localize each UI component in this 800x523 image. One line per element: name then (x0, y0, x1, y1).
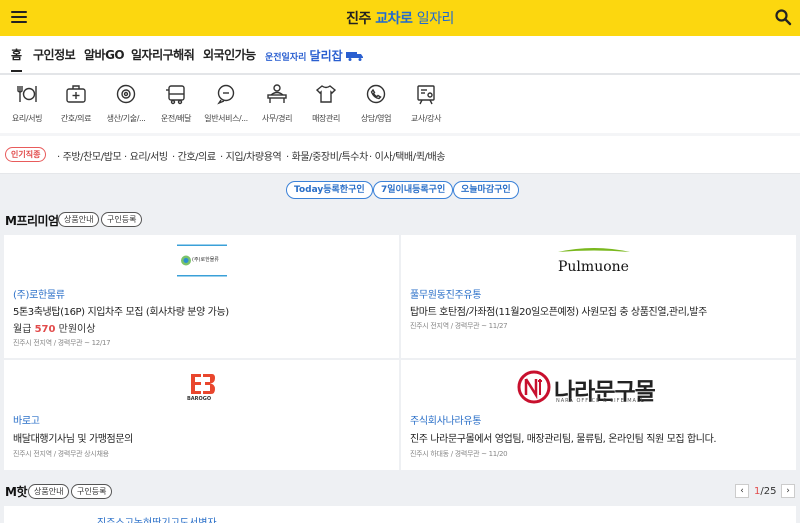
cutlery-icon (17, 86, 37, 102)
popular-keyword[interactable]: · 이사/택배/퀵/배송 (369, 148, 445, 163)
pager-next-button[interactable]: › (781, 484, 795, 498)
tab-home[interactable]: 홈 (11, 46, 22, 72)
truck-icon (166, 85, 185, 105)
popular-keyword[interactable]: · 요리/서빙 (124, 148, 168, 163)
job-meta: 진주시 전지역 / 경력무관 ~ 12/17 (13, 339, 111, 347)
category-cooking-serving[interactable]: 요리/서빙 (1, 83, 53, 124)
salary: 월급 570 만원이상 (13, 324, 96, 335)
category-production[interactable]: 생산/기술/... (100, 83, 152, 124)
company-name: 진주스고녹혀땅기고도서변자 (97, 514, 217, 523)
truck-icon (345, 52, 363, 61)
popular-keyword[interactable]: · 화물/중장비/특수차 (286, 148, 368, 163)
shirt-icon (315, 85, 337, 103)
job-meta: 진주시 하대동 / 경력무관 ~ 11/20 (410, 450, 508, 458)
popular-keyword[interactable]: · 지입/차량용역 (220, 148, 282, 163)
premium-section-title: M프리미엄 (5, 214, 59, 228)
chat-icon (217, 84, 235, 105)
company-name: 주식회사나라유통 (410, 416, 482, 427)
job-title: 배달대행기사님 및 가맹점문의 (13, 434, 133, 445)
hot-product-info-button[interactable]: 상품안내 (28, 484, 70, 499)
top-header: 진주 교차로 일자리 (0, 0, 800, 36)
job-meta: 진주시 전지역 / 경력무관 ~ 11/27 (410, 322, 508, 330)
tab-foreigner-ok[interactable]: 외국인가능 (203, 46, 256, 63)
pager-prev-button[interactable]: ‹ (735, 484, 749, 498)
gear-icon (116, 84, 136, 104)
premium-product-info-button[interactable]: 상품안내 (58, 212, 100, 227)
company-name: 풀무원동진주유통 (410, 290, 482, 301)
job-title: 탑마트 호탄점/가좌점(11월20일오픈예정) 사원모집 충 상품진열,관리,발… (410, 307, 707, 318)
tab-albago[interactable]: 알바GO (84, 46, 125, 63)
premium-register-button[interactable]: 구인등록 (101, 212, 143, 227)
category-store-management[interactable]: 매장관리 (300, 83, 352, 124)
filter-today[interactable]: Today등록한구인 (286, 181, 373, 199)
popular-keyword[interactable]: · 간호/의료 (172, 148, 216, 163)
job-card-premium[interactable]: (주)로한물류 (주)로한물류 5톤3축냉탑(16P) 지입차주 모집 (회사차… (4, 235, 399, 358)
brand-logo[interactable]: 진주 교차로 일자리 (0, 8, 800, 28)
tab-find-job[interactable]: 일자리구해줘 (131, 46, 195, 63)
dallijob-ad-link[interactable]: 운전일자리 달리잡 (265, 47, 364, 64)
category-consulting-sales[interactable]: 상담/영업 (350, 83, 402, 124)
main-nav: 홈 구인정보 알바GO 일자리구해줘 외국인가능 운전일자리 달리잡 (0, 36, 800, 74)
medical-kit-icon (66, 85, 86, 103)
job-title: 5톤3축냉탑(16P) 지입차주 모집 (회사차량 분양 가능) (13, 307, 229, 318)
category-teacher[interactable]: 교사/강사 (400, 83, 452, 124)
tab-job-listings[interactable]: 구인정보 (33, 46, 76, 63)
phone-icon (366, 84, 386, 104)
category-bar: 요리/서빙 간호/의료 생산/기술/... 운전/배달 일반서비스/... 사무… (0, 75, 800, 133)
filter-7days[interactable]: 7일이내등록구인 (373, 181, 454, 199)
job-card-premium[interactable]: Pulmuone 풀무원동진주유통 탑마트 호탄점/가좌점(11월20일오픈예정… (401, 235, 796, 358)
popular-keyword[interactable]: · 주방/찬모/밥모 (57, 148, 122, 163)
job-card-premium[interactable]: BAROGO 바로고 배달대행기사님 및 가맹점문의 진주시 전지역 / 경력무… (4, 360, 399, 470)
company-name: 바로고 (13, 416, 40, 427)
board-icon (417, 85, 435, 105)
company-name: (주)로한물류 (13, 290, 65, 301)
job-meta: 진주시 전지역 / 경력무관 상시채용 (13, 450, 109, 458)
hot-register-button[interactable]: 구인등록 (71, 484, 113, 499)
job-card-premium[interactable]: 나라문구몰 NARA OFFICE & LIFE MALL 주식회사나라유통 진… (401, 360, 796, 470)
company-logo (517, 370, 551, 404)
company-logo (191, 374, 215, 394)
desk-icon (267, 84, 287, 103)
category-general-service[interactable]: 일반서비스/... (200, 83, 252, 124)
popular-badge: 인기직종 (5, 147, 47, 162)
filter-closing-today[interactable]: 오늘마감구인 (453, 181, 519, 199)
search-icon[interactable] (774, 8, 792, 26)
pager-indicator: 1/25 (754, 486, 777, 497)
category-office[interactable]: 사무/경리 (251, 83, 303, 124)
popular-keywords-bar: 인기직종 · 주방/찬모/밥모 · 요리/서빙 · 간호/의료 · 지입/차량용… (0, 136, 800, 174)
category-nursing-medical[interactable]: 간호/의료 (50, 83, 102, 124)
job-title: 진주 나라문구몰에서 영업팀, 매장관리팀, 물류팀, 온라인팀 직원 모집 합… (410, 434, 717, 445)
category-driving-delivery[interactable]: 운전/배달 (150, 83, 202, 124)
job-card-hot[interactable]: 진주스고녹혀땅기고도서변자 (4, 506, 796, 523)
hot-section-title: M핫 (5, 485, 27, 499)
